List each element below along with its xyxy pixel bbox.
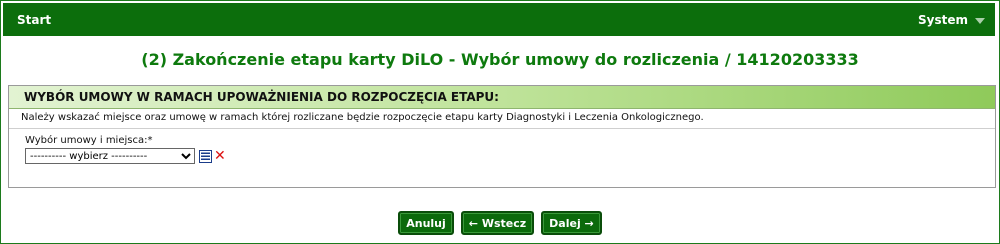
section-description: Należy wskazać miejsce oraz umowę w rama… bbox=[9, 109, 995, 129]
contract-field-row: ---------- wybierz ---------- ✕ bbox=[25, 148, 226, 164]
contract-field-label: Wybór umowy i miejsca:* bbox=[25, 135, 153, 146]
contract-select[interactable]: ---------- wybierz ---------- bbox=[25, 148, 195, 164]
top-navigation-bar: Start System bbox=[3, 3, 995, 36]
page-title: (2) Zakończenie etapu karty DiLO - Wybór… bbox=[141, 50, 859, 69]
cancel-button[interactable]: Anuluj bbox=[398, 211, 454, 235]
list-icon[interactable] bbox=[199, 149, 212, 163]
system-menu-label: System bbox=[918, 13, 968, 27]
back-button[interactable]: ← Wstecz bbox=[460, 211, 535, 235]
start-menu-link[interactable]: Start bbox=[17, 13, 51, 27]
section-header: WYBÓR UMOWY W RAMACH UPOWAŻNIENIA DO ROZ… bbox=[9, 86, 995, 109]
chevron-down-icon bbox=[975, 17, 985, 24]
action-buttons: Anuluj ← Wstecz Dalej → bbox=[0, 211, 1000, 235]
system-menu[interactable]: System bbox=[918, 13, 985, 27]
clear-icon[interactable]: ✕ bbox=[214, 149, 226, 163]
next-button[interactable]: Dalej → bbox=[541, 211, 602, 235]
contract-selection-panel: WYBÓR UMOWY W RAMACH UPOWAŻNIENIA DO ROZ… bbox=[8, 85, 996, 188]
